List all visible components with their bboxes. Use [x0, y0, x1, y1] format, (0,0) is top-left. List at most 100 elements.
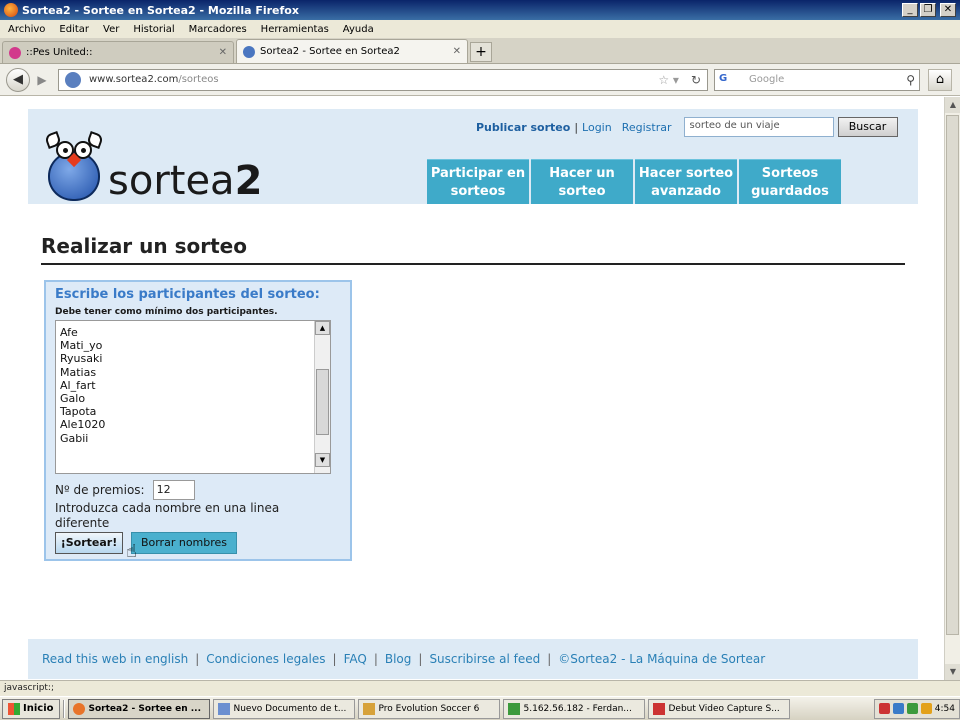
sortea2-icon: [243, 45, 255, 58]
menu-marcadores[interactable]: Marcadores: [189, 24, 247, 35]
scroll-thumb[interactable]: [316, 369, 329, 435]
menu-ver[interactable]: Ver: [103, 24, 119, 35]
url-text[interactable]: www.sortea2.com/sorteos: [89, 74, 658, 85]
firefox-icon: [4, 3, 18, 17]
clear-names-button[interactable]: Borrar nombres: [131, 532, 237, 554]
windows-logo-icon: [8, 702, 20, 715]
sortear-button[interactable]: ¡Sortear!: [55, 532, 123, 554]
footer-legal-link[interactable]: Condiciones legales: [206, 652, 325, 666]
participant-line: Gabii: [60, 431, 89, 445]
tab-pes-united[interactable]: ::Pes United:: ✕: [2, 41, 234, 63]
scroll-down-icon[interactable]: ▼: [945, 664, 960, 680]
tab-label: Sortea2 - Sortee en Sortea2: [260, 46, 400, 57]
menu-editar[interactable]: Editar: [59, 24, 89, 35]
footer-copyright-link[interactable]: ©Sortea2 - La Máquina de Sortear: [558, 652, 765, 666]
close-tab-icon[interactable]: ✕: [219, 47, 227, 58]
pes-united-icon: [9, 46, 21, 59]
footer-feed-link[interactable]: Suscribirse al feed: [429, 652, 540, 666]
nav-sorteos-guardados[interactable]: Sorteos guardados: [739, 159, 841, 205]
document-icon: [217, 702, 230, 715]
nav-sorteo-avanzado[interactable]: Hacer sorteo avanzado: [635, 159, 737, 205]
window-titlebar: Sortea2 - Sortee en Sortea2 - Mozilla Fi…: [0, 0, 960, 20]
task-pes6[interactable]: Pro Evolution Soccer 6: [357, 698, 500, 719]
owl-mascot-icon: [42, 131, 106, 201]
footer-blog-link[interactable]: Blog: [385, 652, 412, 666]
sortea2-logo[interactable]: sortea2: [42, 131, 263, 204]
header-links: Publicar sorteo | Login Registrar sorteo…: [476, 117, 898, 137]
page-scroll-thumb[interactable]: [946, 115, 959, 635]
hand-cursor-icon: ☝: [126, 541, 137, 562]
participants-list[interactable]: Afe Mati_yo Ryusaki Matias Al_fart Galo …: [60, 326, 105, 445]
restore-button[interactable]: ❐: [920, 3, 936, 17]
footer-faq-link[interactable]: FAQ: [344, 652, 367, 666]
game-icon: [362, 702, 375, 715]
participant-line: Tapota: [60, 405, 97, 419]
menu-bar: Archivo Editar Ver Historial Marcadores …: [0, 20, 960, 38]
site-search-input[interactable]: sorteo de un viaje: [683, 117, 834, 137]
tab-label: ::Pes United::: [26, 47, 93, 58]
windows-taskbar: Inicio Sortea2 - Sortee en ... Nuevo Doc…: [0, 696, 960, 720]
title-divider: [41, 263, 905, 265]
navigation-bar: ◀ ▶ www.sortea2.com/sorteos ☆ ▾ ↻ G Goog…: [0, 64, 960, 96]
task-ftp[interactable]: 5.162.56.182 - Ferdan...: [502, 698, 645, 719]
textarea-scrollbar[interactable]: ▲ ▼: [314, 321, 330, 473]
menu-ayuda[interactable]: Ayuda: [343, 24, 374, 35]
search-button[interactable]: Buscar: [837, 117, 898, 137]
forward-button[interactable]: ▶: [32, 70, 52, 90]
site-identity-icon[interactable]: [65, 71, 81, 88]
back-button[interactable]: ◀: [6, 67, 30, 92]
menu-herramientas[interactable]: Herramientas: [261, 24, 329, 35]
main-content: Realizar un sorteo Escribe los participa…: [28, 204, 918, 639]
participant-line: Afe: [60, 326, 78, 339]
participants-textarea[interactable]: Afe Mati_yo Ryusaki Matias Al_fart Galo …: [55, 320, 331, 474]
publish-raffle-link[interactable]: Publicar sorteo: [476, 121, 570, 134]
site-footer: Read this web in english | Condiciones le…: [42, 652, 766, 666]
link-separator: |: [574, 120, 579, 134]
participant-line: Mati_yo: [60, 339, 103, 353]
participant-line: Matias: [60, 365, 97, 379]
login-link[interactable]: Login: [582, 121, 612, 134]
participant-line: Ale1020: [60, 418, 106, 432]
tray-icon[interactable]: [892, 703, 904, 714]
site-nav: Participar en sorteos Hacer un sorteo Hace…: [427, 159, 843, 205]
tray-icon[interactable]: [906, 703, 918, 714]
reload-icon[interactable]: ↻: [691, 73, 701, 87]
site-container: sortea2 Publicar sorteo | Login Registra…: [28, 109, 918, 679]
register-link[interactable]: Registrar: [622, 121, 672, 134]
scroll-up-icon[interactable]: ▲: [315, 321, 330, 335]
search-bar[interactable]: G Google ⚲: [714, 68, 920, 91]
menu-archivo[interactable]: Archivo: [8, 24, 45, 35]
address-bar[interactable]: www.sortea2.com/sorteos ☆ ▾ ↻: [58, 68, 708, 91]
network-icon: [507, 702, 520, 715]
close-button[interactable]: ✕: [940, 3, 956, 17]
google-icon[interactable]: G: [719, 73, 735, 87]
nav-participar[interactable]: Participar en sorteos: [427, 159, 529, 205]
page-scrollbar[interactable]: ▲ ▼: [944, 97, 960, 680]
search-icon[interactable]: ⚲: [906, 73, 915, 87]
scroll-down-icon[interactable]: ▼: [315, 453, 330, 467]
start-button[interactable]: Inicio: [2, 698, 60, 719]
task-firefox[interactable]: Sortea2 - Sortee en ...: [67, 698, 210, 719]
tray-icon[interactable]: [920, 703, 932, 714]
task-notepad[interactable]: Nuevo Documento de t...: [212, 698, 355, 719]
task-debut[interactable]: Debut Video Capture S...: [647, 698, 790, 719]
firefox-icon: [72, 702, 85, 715]
close-tab-icon[interactable]: ✕: [453, 46, 461, 57]
nav-hacer-sorteo[interactable]: Hacer un sorteo: [531, 159, 633, 205]
prizes-input[interactable]: 12: [152, 480, 195, 500]
menu-historial[interactable]: Historial: [133, 24, 174, 35]
participant-line: Galo: [60, 391, 86, 405]
tray-icon[interactable]: [878, 703, 890, 714]
tab-sortea2[interactable]: Sortea2 - Sortee en Sortea2 ✕: [236, 39, 468, 63]
participant-line: Ryusaki: [60, 352, 103, 366]
search-placeholder[interactable]: Google: [749, 74, 906, 85]
video-capture-icon: [652, 702, 665, 715]
tab-bar: ::Pes United:: ✕ Sortea2 - Sortee en Sor…: [0, 38, 960, 64]
footer-english-link[interactable]: Read this web in english: [42, 652, 188, 666]
home-button[interactable]: ⌂: [928, 68, 952, 91]
minimize-button[interactable]: _: [902, 3, 918, 17]
bookmark-star-icon[interactable]: ☆ ▾: [658, 73, 679, 87]
new-tab-button[interactable]: +: [470, 42, 492, 62]
logo-wordmark: sortea2: [108, 158, 263, 204]
scroll-up-icon[interactable]: ▲: [945, 97, 960, 113]
